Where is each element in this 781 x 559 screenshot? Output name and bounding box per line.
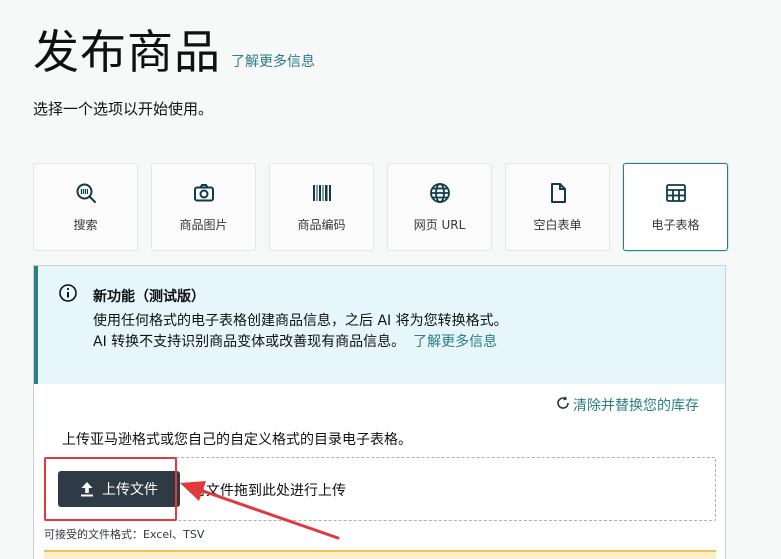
option-web-url[interactable]: 网页 URL [387, 163, 492, 251]
refresh-icon [556, 396, 570, 414]
globe-icon [429, 182, 451, 204]
drop-zone-text: 将文件拖到此处进行上传 [192, 483, 346, 499]
option-label: 商品图片 [179, 217, 228, 232]
option-product-image[interactable]: 商品图片 [151, 163, 256, 251]
learn-more-link[interactable]: 了解更多信息 [231, 51, 315, 71]
banner-learn-more-link[interactable]: 了解更多信息 [413, 334, 497, 350]
banner-text-line-2-content: AI 转换不支持识别商品变体或改善现有商品信息。 [93, 334, 406, 350]
clear-link-label: 清除并替换您的库存 [573, 398, 699, 414]
option-cards: 搜索 商品图片 商品编码 网页 URL 空白表单 电子表格 [33, 163, 728, 251]
page-header: 发布商品 了解更多信息 [33, 24, 315, 80]
spreadsheet-icon [665, 182, 687, 204]
document-icon [547, 182, 569, 204]
option-label: 网页 URL [413, 217, 466, 232]
option-product-code[interactable]: 商品编码 [269, 163, 374, 251]
page-subtitle: 选择一个选项以开始使用。 [33, 100, 214, 118]
upload-icon [80, 481, 94, 497]
accepted-file-formats: 可接受的文件格式：Excel、TSV [44, 528, 205, 541]
clear-replace-inventory-link[interactable]: 清除并替换您的库存 [556, 395, 699, 415]
banner-title: 新功能（测试版） [93, 289, 205, 305]
info-icon [58, 283, 78, 303]
barcode-icon [311, 182, 333, 204]
banner-text-line-1: 使用任何格式的电子表格创建商品信息，之后 AI 将为您转换格式。 [93, 313, 508, 329]
option-label: 商品编码 [297, 217, 346, 232]
option-label: 电子表格 [651, 217, 700, 232]
search-barcode-icon [75, 182, 97, 204]
option-label: 搜索 [73, 217, 98, 232]
warning-strip [44, 550, 716, 559]
info-banner: 新功能（测试版） 使用任何格式的电子表格创建商品信息，之后 AI 将为您转换格式… [34, 266, 725, 384]
upload-file-button[interactable]: 上传文件 [58, 471, 180, 507]
option-search[interactable]: 搜索 [33, 163, 138, 251]
spreadsheet-panel: 新功能（测试版） 使用任何格式的电子表格创建商品信息，之后 AI 将为您转换格式… [33, 265, 726, 559]
upload-description: 上传亚马逊格式或您自己的自定义格式的目录电子表格。 [62, 432, 412, 448]
page-title: 发布商品 [33, 25, 221, 79]
banner-text-line-2: AI 转换不支持识别商品变体或改善现有商品信息。 了解更多信息 [93, 331, 497, 351]
option-label: 空白表单 [533, 217, 582, 232]
upload-button-label: 上传文件 [102, 482, 158, 498]
camera-icon [193, 182, 215, 204]
option-spreadsheet[interactable]: 电子表格 [623, 163, 728, 251]
option-blank-form[interactable]: 空白表单 [505, 163, 610, 251]
